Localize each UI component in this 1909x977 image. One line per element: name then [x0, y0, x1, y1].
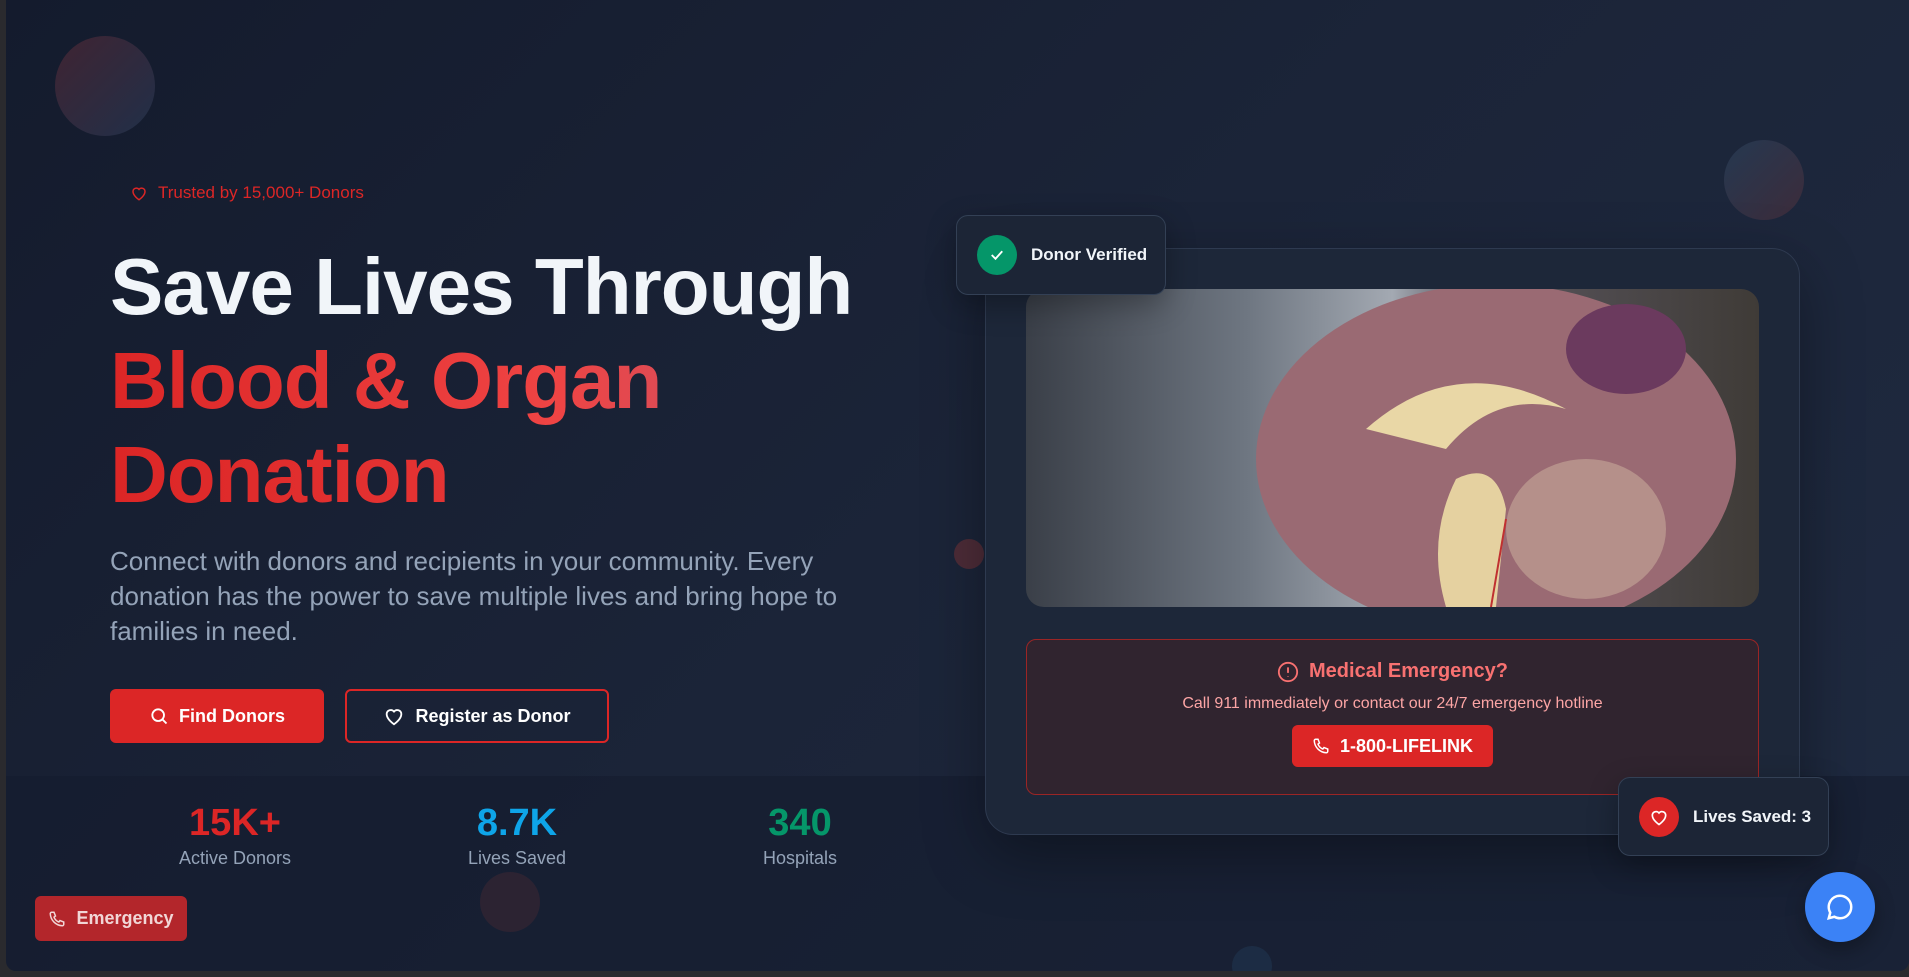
heart-icon: [386, 709, 403, 726]
stat-value: 15K+: [189, 802, 281, 844]
trusted-text: Trusted by 15,000+ Donors: [158, 183, 364, 202]
decor-circle: [954, 539, 984, 569]
alert-circle-icon: [1277, 661, 1299, 682]
emergency-title: Medical Emergency?: [1309, 660, 1508, 682]
stat-label: Lives Saved: [467, 848, 567, 868]
brain-model-image: [1026, 289, 1759, 607]
stat-value: 340: [768, 802, 832, 844]
phone-icon: [1313, 738, 1329, 754]
stat-lives-saved: 8.7K Lives Saved: [387, 800, 647, 869]
stat-active-donors: 15K+ Active Donors: [105, 800, 365, 869]
page-title: Save Lives Through Blood & Organ Donatio…: [110, 240, 853, 522]
medical-emergency-panel: Medical Emergency? Call 911 immediately …: [1026, 639, 1759, 795]
title-line: Save Lives Through: [110, 242, 853, 331]
title-line-highlight: Donation: [110, 428, 852, 522]
heart-icon: [1651, 810, 1667, 825]
button-label: Register as Donor: [415, 705, 571, 726]
trusted-badge: Trusted by 15,000+ Donors: [130, 183, 364, 203]
button-label: Emergency: [76, 908, 174, 928]
find-donors-button[interactable]: Find Donors: [110, 689, 324, 743]
badge-label: Donor Verified: [1031, 245, 1148, 264]
decor-circle: [1724, 140, 1804, 220]
button-label: Find Donors: [179, 705, 285, 726]
check-icon: [991, 250, 1003, 261]
heart-icon: [132, 187, 146, 201]
title-line-highlight: Blood & Organ: [110, 334, 852, 428]
hero-description: Connect with donors and recipients in yo…: [110, 546, 838, 646]
stat-label: Hospitals: [762, 848, 838, 868]
emergency-button[interactable]: Emergency: [35, 896, 187, 941]
hotline-number: 1-800-LIFELINK: [1339, 735, 1474, 756]
hero-section: Trusted by 15,000+ Donors Save Lives Thr…: [6, 0, 1909, 971]
hotline-button[interactable]: 1-800-LIFELINK: [1291, 725, 1494, 767]
phone-icon: [49, 911, 65, 927]
donor-verified-badge: Donor Verified: [956, 215, 1166, 295]
stat-label: Active Donors: [178, 848, 292, 868]
lives-saved-badge: Lives Saved: 3: [1618, 777, 1829, 856]
search-icon: [151, 708, 168, 725]
chat-button[interactable]: [1805, 872, 1875, 942]
emergency-text: Call 911 immediately or contact our 24/7…: [1182, 695, 1603, 712]
chat-bubble-icon: [1826, 894, 1853, 921]
badge-label: Lives Saved: 3: [1693, 806, 1812, 826]
decor-circle: [55, 36, 155, 136]
register-donor-button[interactable]: Register as Donor: [345, 689, 609, 743]
brain-illustration: [1256, 289, 1736, 607]
stat-hospitals: 340 Hospitals: [670, 800, 930, 869]
stat-value: 8.7K: [476, 802, 558, 844]
